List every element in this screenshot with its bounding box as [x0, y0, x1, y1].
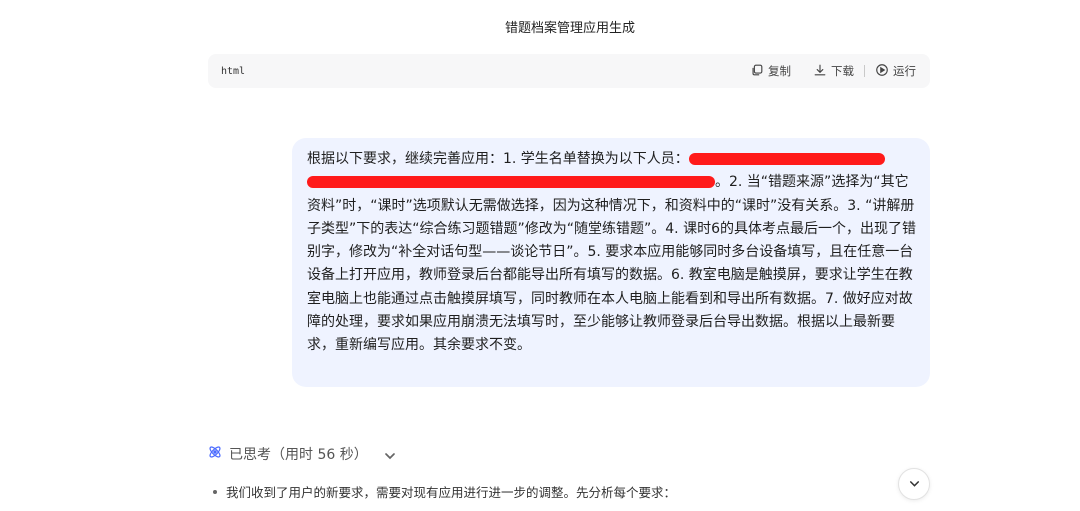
copy-label: 复制 [768, 64, 791, 78]
download-icon [813, 63, 827, 80]
run-label: 运行 [893, 64, 916, 78]
code-actions: 复制 下载 运行 [750, 63, 916, 80]
copy-icon [750, 63, 764, 80]
reasoning-list-item: 我们收到了用户的新要求，需要对现有应用进行进一步的调整。先分析每个要求： [213, 482, 676, 501]
atom-icon [207, 444, 223, 464]
reasoning-text: 我们收到了用户的新要求，需要对现有应用进行进一步的调整。先分析每个要求： [226, 485, 677, 500]
code-block-header: html 复制 下载 运行 [208, 54, 930, 88]
redaction-mark [688, 153, 885, 165]
user-message-bubble: 根据以下要求，继续完善应用：1. 学生名单替换为以下人员： 。2. 当“错题来源”… [292, 138, 930, 387]
code-language-label: html [221, 65, 246, 77]
action-divider [864, 65, 865, 77]
download-label: 下载 [831, 64, 854, 78]
play-circle-icon [875, 63, 889, 80]
download-button[interactable]: 下载 [813, 63, 854, 80]
scroll-to-bottom-button[interactable] [898, 468, 930, 500]
thinking-toggle[interactable]: 已思考（用时 56 秒） [207, 444, 395, 464]
arrow-down-icon [908, 475, 921, 494]
bullet [213, 489, 217, 494]
message-segment-2: 。2. 当“错题来源”选择为“其它资料”时，“课时”选项默认无需做选择，因为这种… [307, 174, 916, 354]
copy-button[interactable]: 复制 [750, 63, 791, 80]
user-message-text: 根据以下要求，继续完善应用：1. 学生名单替换为以下人员： 。2. 当“错题来源”… [307, 148, 916, 358]
page-title: 错题档案管理应用生成 [504, 21, 635, 36]
chevron-down-icon [382, 448, 395, 460]
message-segment-1: 根据以下要求，继续完善应用：1. 学生名单替换为以下人员： [307, 151, 689, 167]
redaction-mark [307, 176, 715, 189]
chat-page: 错题档案管理应用生成 html 复制 下载 运行 根据以下要求，继续完善应用：1… [0, 0, 1080, 511]
thinking-label: 已思考（用时 56 秒） [229, 447, 368, 463]
run-button[interactable]: 运行 [875, 63, 916, 80]
